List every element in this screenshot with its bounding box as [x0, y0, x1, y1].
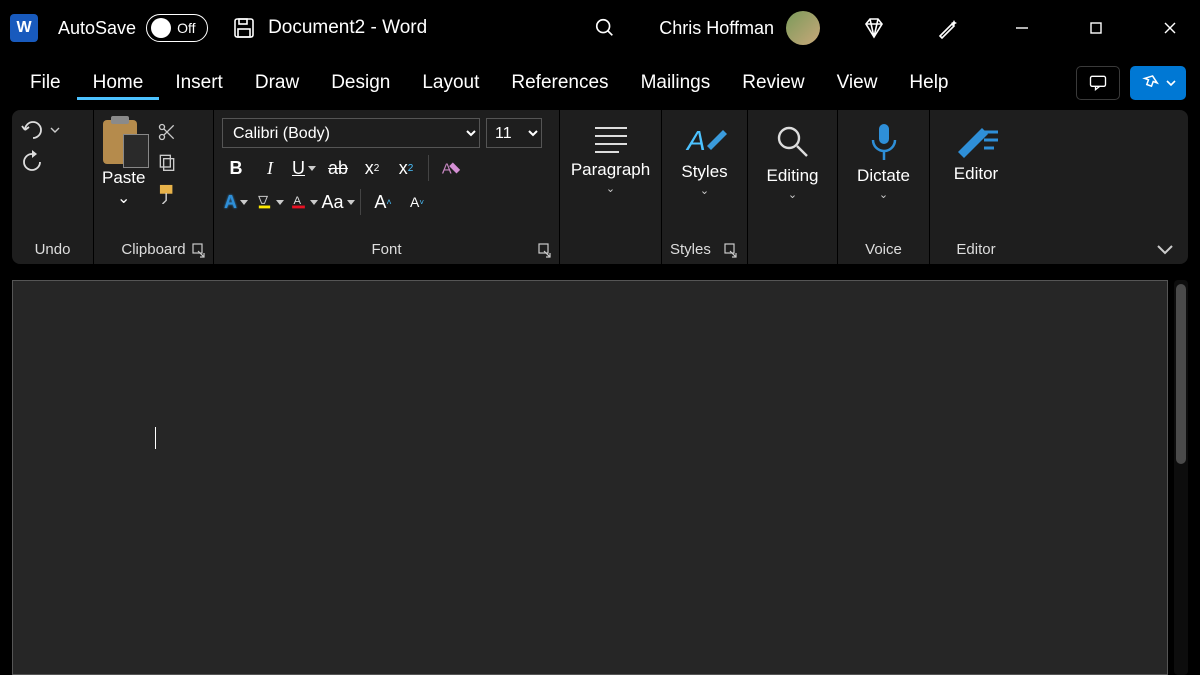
chevron-down-icon: ⌄: [879, 188, 888, 201]
paste-icon: [103, 118, 145, 166]
tab-design[interactable]: Design: [315, 66, 406, 100]
ribbon-tabs: FileHomeInsertDrawDesignLayoutReferences…: [0, 56, 1200, 110]
paste-button[interactable]: Paste ⌄: [102, 118, 145, 208]
font-name-select[interactable]: Calibri (Body): [222, 118, 480, 148]
tab-review[interactable]: Review: [726, 66, 820, 100]
editing-button[interactable]: Editing ⌄: [756, 114, 829, 239]
underline-button[interactable]: U: [290, 154, 318, 182]
diamond-icon[interactable]: [854, 16, 894, 40]
voice-group-label: Voice: [846, 239, 921, 260]
text-cursor: [155, 427, 156, 449]
superscript-button[interactable]: x2: [392, 154, 420, 182]
font-group-label: Font: [222, 239, 551, 260]
svg-text:A: A: [442, 162, 452, 178]
autosave-label: AutoSave: [58, 18, 136, 39]
format-painter-button[interactable]: [157, 182, 179, 204]
font-color-button[interactable]: A: [290, 188, 318, 216]
tab-insert[interactable]: Insert: [159, 66, 239, 100]
cut-button[interactable]: [157, 122, 179, 142]
font-launcher[interactable]: [537, 242, 553, 258]
toggle-knob: [151, 18, 171, 38]
chevron-down-icon: ⌄: [788, 188, 797, 201]
copy-button[interactable]: [157, 152, 179, 172]
tab-help[interactable]: Help: [893, 66, 964, 100]
clipboard-launcher[interactable]: [191, 242, 207, 258]
bold-button[interactable]: B: [222, 154, 250, 182]
autosave-state: Off: [177, 20, 195, 36]
undo-group-label: Undo: [20, 239, 85, 260]
tab-layout[interactable]: Layout: [406, 66, 495, 100]
scrollbar-thumb[interactable]: [1176, 284, 1186, 464]
text-effects-button[interactable]: A: [222, 188, 250, 216]
user-account[interactable]: Chris Hoffman: [659, 11, 820, 45]
subscript-button[interactable]: x2: [358, 154, 386, 182]
tab-view[interactable]: View: [821, 66, 894, 100]
share-button[interactable]: [1130, 66, 1186, 100]
svg-text:A: A: [294, 195, 302, 207]
paste-label: Paste: [102, 168, 145, 188]
close-button[interactable]: [1150, 20, 1190, 36]
chevron-down-icon: ⌄: [700, 184, 709, 197]
user-name: Chris Hoffman: [659, 18, 774, 39]
tab-draw[interactable]: Draw: [239, 66, 315, 100]
shrink-font-button[interactable]: A˅: [403, 188, 431, 216]
save-icon[interactable]: [224, 16, 264, 40]
minimize-button[interactable]: [1002, 20, 1042, 36]
styles-group-label: Styles: [670, 239, 739, 260]
styles-button[interactable]: A Styles ⌄: [670, 114, 739, 239]
font-size-select[interactable]: 11: [486, 118, 542, 148]
change-case-button[interactable]: Aa: [324, 188, 352, 216]
highlight-button[interactable]: [256, 188, 284, 216]
svg-text:A: A: [685, 125, 706, 156]
avatar: [786, 11, 820, 45]
editor-group-label: Editor: [938, 239, 1014, 260]
grow-font-button[interactable]: A˄: [369, 188, 397, 216]
document-title: Document2 - Word: [268, 17, 427, 39]
app-icon: W: [10, 14, 38, 42]
clipboard-group-label: Clipboard: [102, 239, 205, 260]
search-icon[interactable]: [585, 17, 625, 39]
tab-home[interactable]: Home: [77, 66, 160, 100]
editor-button[interactable]: Editor: [938, 114, 1014, 239]
chevron-down-icon: ⌄: [117, 188, 130, 208]
document-page[interactable]: [12, 280, 1168, 675]
tab-mailings[interactable]: Mailings: [625, 66, 727, 100]
clear-formatting-button[interactable]: A: [437, 154, 465, 182]
collapse-ribbon-button[interactable]: [1156, 242, 1174, 256]
repeat-button[interactable]: [20, 150, 44, 174]
vertical-scrollbar[interactable]: [1174, 280, 1188, 675]
chevron-down-icon: ⌄: [606, 182, 615, 195]
ribbon: Undo Paste ⌄: [12, 110, 1188, 264]
styles-launcher[interactable]: [723, 242, 739, 258]
tab-references[interactable]: References: [495, 66, 624, 100]
pen-sparkle-icon[interactable]: [928, 16, 968, 40]
italic-button[interactable]: I: [256, 154, 284, 182]
comments-button[interactable]: [1076, 66, 1120, 100]
autosave-toggle[interactable]: Off: [146, 14, 208, 42]
dictate-button[interactable]: Dictate ⌄: [846, 114, 921, 239]
maximize-button[interactable]: [1076, 20, 1116, 36]
paragraph-button[interactable]: Paragraph ⌄: [568, 114, 653, 239]
tab-file[interactable]: File: [14, 66, 77, 100]
strikethrough-button[interactable]: ab: [324, 154, 352, 182]
undo-button[interactable]: [20, 120, 60, 140]
